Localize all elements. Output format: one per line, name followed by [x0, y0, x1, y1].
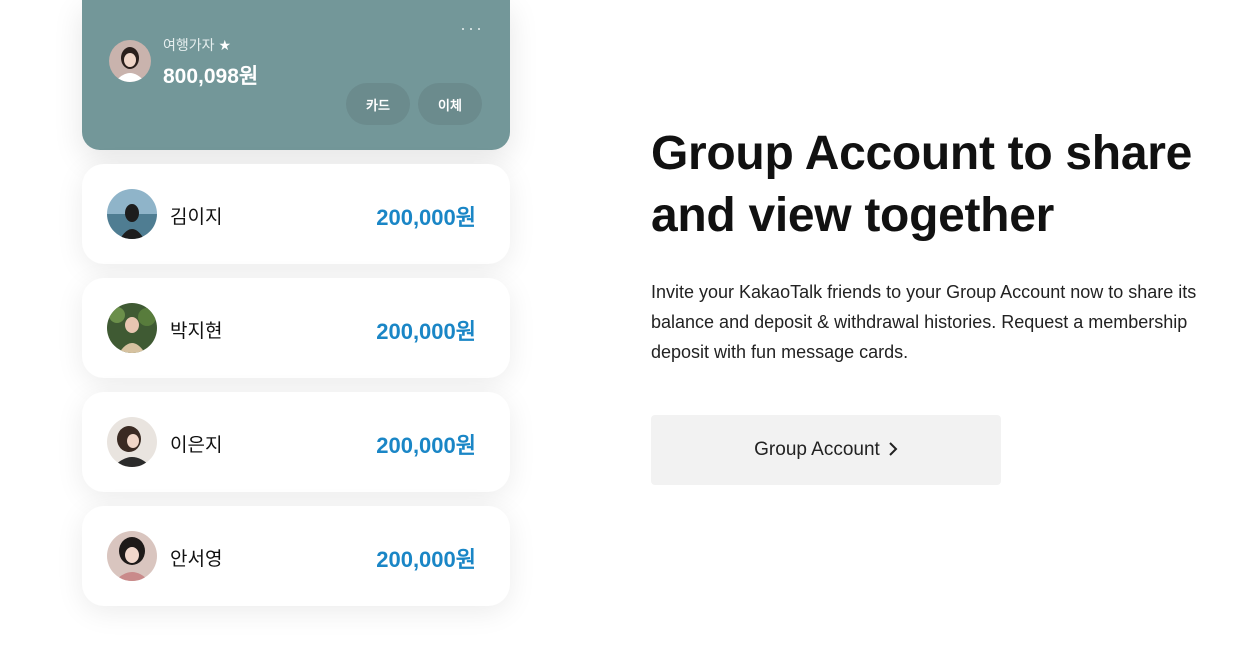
star-icon: ★	[218, 36, 232, 53]
member-row[interactable]: 안서영 200,000원	[82, 506, 510, 606]
account-balance: 800,098원	[163, 65, 259, 88]
member-name: 박지현	[170, 321, 223, 342]
member-name: 안서영	[170, 549, 223, 570]
group-account-button[interactable]: Group Account	[651, 415, 1001, 485]
member-avatar	[107, 189, 157, 239]
account-name: 여행가자 ★	[163, 35, 231, 55]
chevron-right-icon	[888, 439, 898, 462]
more-dots-icon[interactable]: ···	[460, 18, 484, 39]
member-amount: 200,000원	[376, 547, 476, 572]
card-button[interactable]: 카드	[346, 83, 410, 125]
member-avatar	[107, 531, 157, 581]
hero-title-line1: Group Account to share	[651, 127, 1192, 180]
member-avatar	[107, 417, 157, 467]
hero-description: Invite your KakaoTalk friends to your Gr…	[651, 282, 1197, 362]
member-amount: 200,000원	[376, 205, 476, 230]
hero-title-line2: and view together	[651, 189, 1054, 242]
member-row[interactable]: 박지현 200,000원	[82, 278, 510, 378]
transfer-button[interactable]: 이체	[418, 83, 482, 125]
account-avatar	[109, 40, 151, 82]
member-row[interactable]: 이은지 200,000원	[82, 392, 510, 492]
member-amount: 200,000원	[376, 433, 476, 458]
hero-title: Group Account to share and view together	[651, 123, 1231, 247]
group-account-button-label: Group Account	[754, 439, 880, 460]
member-avatar	[107, 303, 157, 353]
member-name: 이은지	[170, 435, 223, 456]
member-amount: 200,000원	[376, 319, 476, 344]
account-name-label: 여행가자	[163, 37, 215, 53]
group-account-card[interactable]: 여행가자 ★ 800,098원 ··· 카드 이체	[82, 0, 510, 150]
member-name: 김이지	[170, 207, 223, 228]
member-row[interactable]: 김이지 200,000원	[82, 164, 510, 264]
